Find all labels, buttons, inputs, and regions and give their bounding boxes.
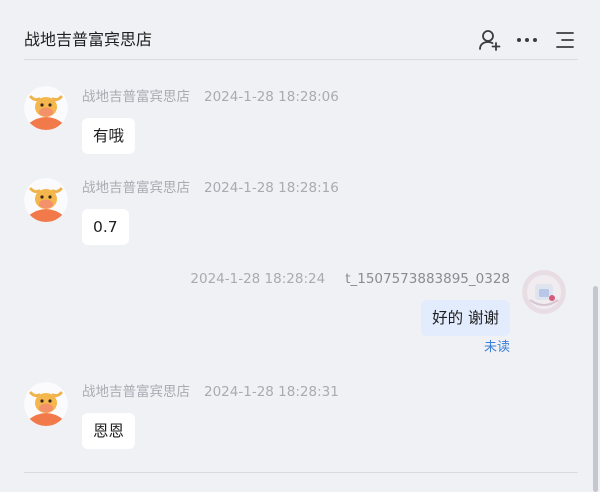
unread-status: 未读 (483, 340, 510, 355)
menu-list-icon[interactable] (553, 28, 577, 52)
scrollbar[interactable] (593, 286, 598, 492)
user-avatar[interactable] (522, 270, 566, 314)
message-bubble[interactable]: 好的 谢谢 (421, 300, 510, 336)
message-meta: 战地吉普富宾思店 2024-1-28 18:28:16 (82, 179, 339, 197)
message-list[interactable]: 战地吉普富宾思店 2024-1-28 18:28:06 有哦 战地吉普富宾思店 20… (0, 60, 600, 492)
message-time: 2024-1-28 18:28:24 (190, 271, 326, 287)
message-meta: 战地吉普富宾思店 2024-1-28 18:28:31 (82, 383, 339, 401)
sender-name: 战地吉普富宾思店 (82, 384, 190, 400)
bottom-divider (24, 472, 578, 473)
user-photo-icon (522, 270, 566, 314)
sender-name: 战地吉普富宾思店 (82, 180, 190, 196)
message-time: 2024-1-28 18:28:16 (204, 180, 339, 196)
shop-avatar[interactable] (24, 178, 68, 222)
sender-name: t_1507573883895_0328 (345, 271, 510, 287)
add-person-icon[interactable] (477, 28, 501, 52)
message-bubble[interactable]: 0.7 (82, 209, 129, 245)
sender-name: 战地吉普富宾思店 (82, 89, 190, 105)
message-meta: 战地吉普富宾思店 2024-1-28 18:28:06 (82, 88, 339, 106)
message-meta: 2024-1-28 18:28:24 t_1507573883895_0328 (190, 270, 510, 288)
chat-header: 战地吉普富宾思店 (0, 0, 600, 60)
bull-mascot-icon (24, 382, 68, 426)
message-time: 2024-1-28 18:28:31 (204, 384, 339, 400)
message-time: 2024-1-28 18:28:06 (204, 89, 339, 105)
bull-mascot-icon (24, 178, 68, 222)
shop-avatar[interactable] (24, 86, 68, 130)
shop-avatar[interactable] (24, 382, 68, 426)
message-bubble[interactable]: 恩恩 (82, 413, 136, 449)
message-bubble[interactable]: 有哦 (82, 118, 136, 154)
more-icon[interactable] (515, 28, 539, 52)
bull-mascot-icon (24, 86, 68, 130)
chat-title: 战地吉普富宾思店 (24, 30, 153, 49)
